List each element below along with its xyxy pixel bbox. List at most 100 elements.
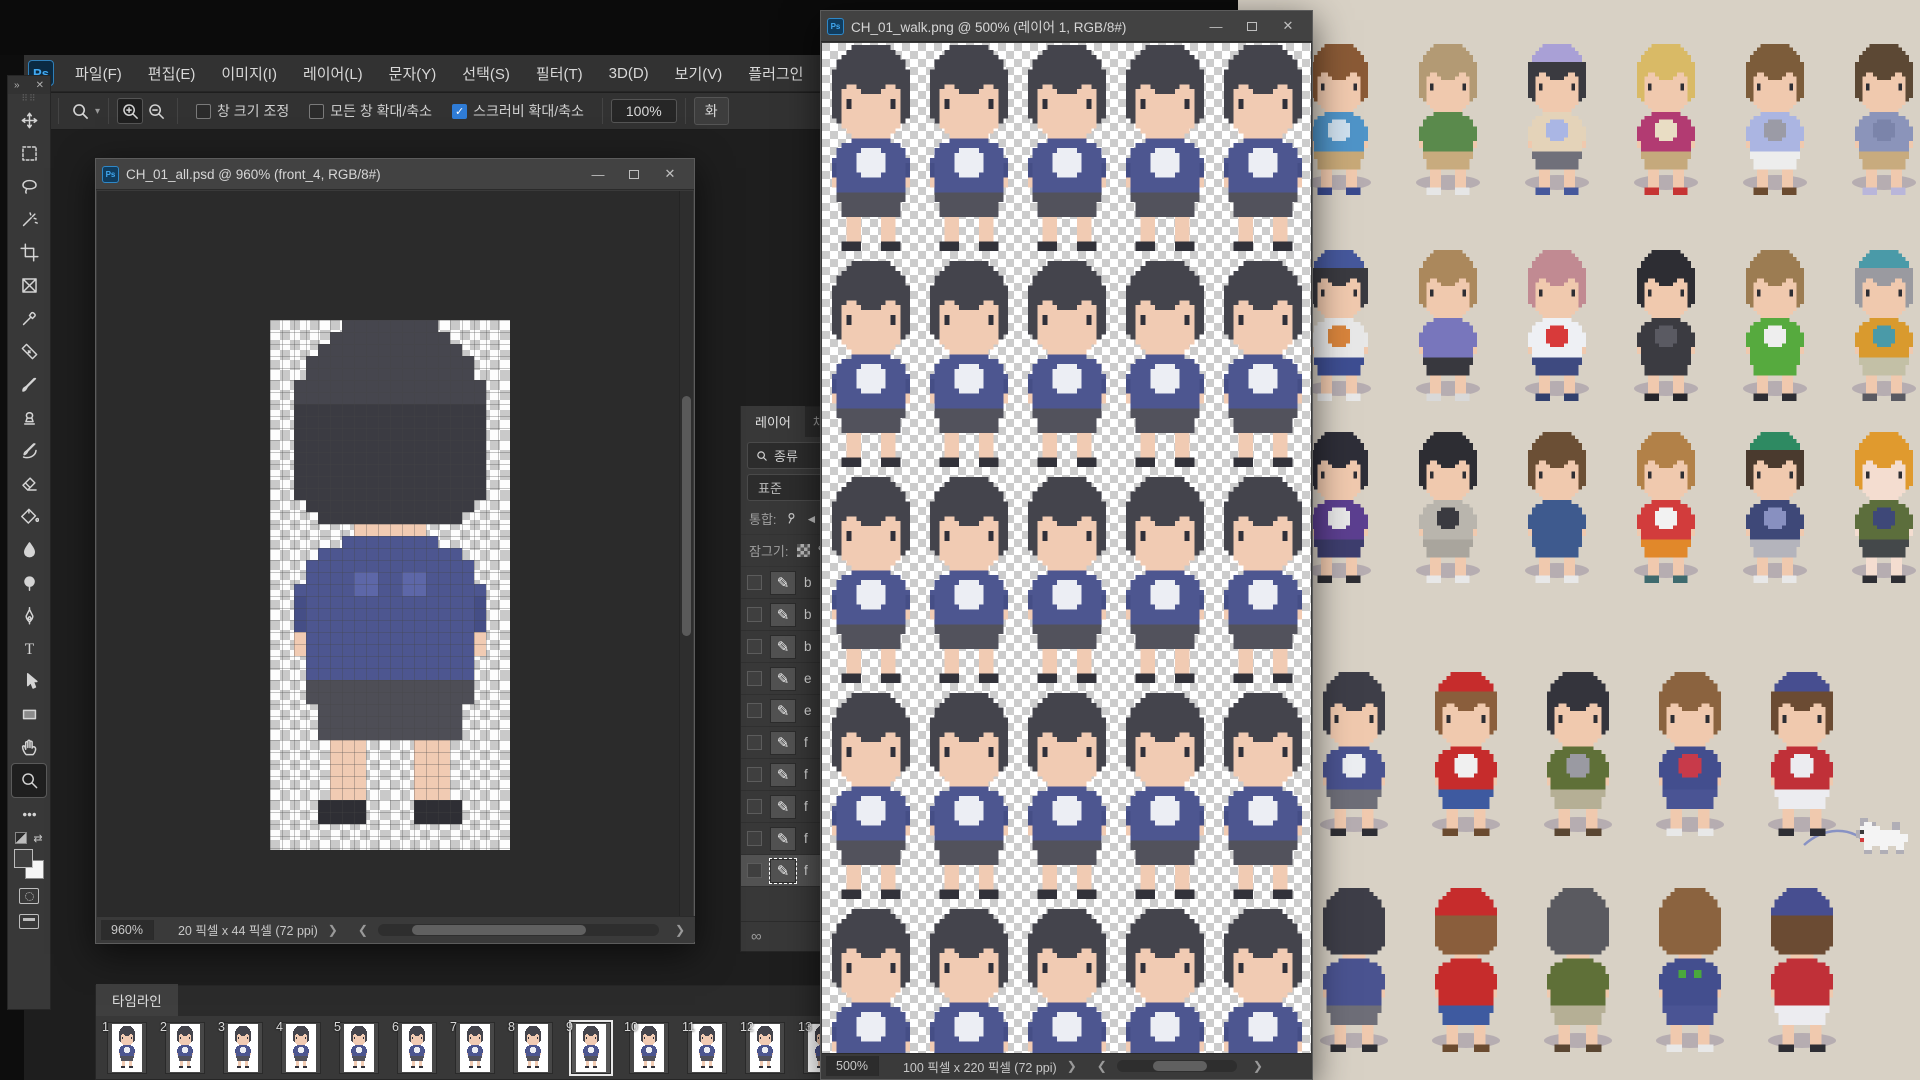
hand-tool[interactable]	[12, 731, 46, 764]
fit-screen-button[interactable]: 화	[693, 97, 729, 125]
lasso-tool[interactable]	[12, 170, 46, 203]
zoom-percent-field[interactable]: 100%	[610, 99, 677, 123]
menu-item-문자Y[interactable]: 문자(Y)	[376, 55, 450, 92]
option-checkbox[interactable]: 창 크기 조정	[196, 101, 289, 121]
foreground-color-swatch[interactable]	[14, 849, 33, 868]
layer-visibility-toggle[interactable]	[747, 767, 762, 782]
layer-visibility-toggle[interactable]	[747, 671, 762, 686]
swap-colors-icon[interactable]: ⇄	[33, 832, 42, 845]
eyedropper-tool[interactable]	[12, 302, 46, 335]
layer-thumbnail-brush-icon[interactable]: ✎	[769, 857, 797, 884]
close-button[interactable]: ✕	[1270, 14, 1306, 38]
horizontal-scrollbar[interactable]	[1116, 1060, 1237, 1072]
timeline-frame-4[interactable]: 4 0.17 ∨	[274, 1020, 329, 1079]
frame-duration[interactable]: 0.17 ∨	[274, 1078, 329, 1079]
layer-thumbnail-brush-icon[interactable]: ✎	[770, 634, 796, 659]
timeline-frame-1[interactable]: 1 0.17 ∨	[100, 1020, 155, 1079]
toolbar-ellipsis[interactable]	[12, 797, 46, 830]
layer-thumbnail-brush-icon[interactable]: ✎	[770, 794, 796, 819]
layer-thumbnail-brush-icon[interactable]: ✎	[770, 762, 796, 787]
healing-brush-tool[interactable]	[12, 335, 46, 368]
panel-grip[interactable]: ⠿⠿	[21, 94, 36, 104]
maximize-button[interactable]	[616, 162, 652, 186]
scroll-left-icon[interactable]: ❮	[358, 923, 368, 937]
layer-visibility-toggle[interactable]	[747, 575, 762, 590]
scroll-right-icon[interactable]: ❯	[1253, 1059, 1263, 1073]
horizontal-scrollbar[interactable]	[377, 923, 659, 936]
close-button[interactable]: ✕	[652, 162, 688, 186]
tab-layers[interactable]: 레이어	[741, 406, 805, 437]
mask-mode-icon[interactable]	[15, 832, 28, 844]
lock-transparency-icon[interactable]	[796, 544, 810, 557]
menu-item-플러그인[interactable]: 플러그인	[735, 55, 816, 92]
checkbox-checked-icon[interactable]: ✓	[452, 103, 468, 119]
frame-thumbnail[interactable]	[339, 1022, 379, 1074]
menu-item-이미지I[interactable]: 이미지(I)	[208, 55, 290, 92]
frame-thumbnail[interactable]	[455, 1022, 495, 1074]
menu-item-선택S[interactable]: 선택(S)	[449, 55, 523, 92]
timeline-frame-3[interactable]: 3 0.17 ∨	[216, 1020, 271, 1079]
frame-tool[interactable]	[12, 269, 46, 302]
walk-canvas[interactable]	[822, 43, 1311, 1062]
document-canvas[interactable]	[97, 191, 681, 917]
close-panel-icon[interactable]: ✕	[36, 80, 44, 91]
vertical-scrollbar[interactable]	[679, 191, 693, 917]
menu-item-3DD[interactable]: 3D(D)	[596, 55, 662, 92]
status-zoom-level[interactable]: 960%	[101, 919, 154, 940]
zoom-in-button[interactable]	[117, 98, 144, 124]
crop-tool[interactable]	[12, 236, 46, 269]
frame-duration[interactable]: 0.17 ∨	[100, 1078, 155, 1079]
pixel-canvas[interactable]	[270, 320, 510, 850]
timeline-frame-8[interactable]: 8 0.17 ∨	[506, 1020, 561, 1079]
frame-duration[interactable]: 0.17 ∨	[216, 1078, 271, 1079]
timeline-frame-5[interactable]: 5 0.17 ∨	[332, 1020, 387, 1079]
layer-visibility-toggle[interactable]	[747, 831, 762, 846]
layer-thumbnail-brush-icon[interactable]: ✎	[770, 602, 796, 627]
frame-thumbnail[interactable]	[165, 1022, 205, 1074]
timeline-frame-7[interactable]: 7 0.17 ∨	[448, 1020, 503, 1079]
timeline-frame-11[interactable]: 11 0.17 ∨	[680, 1020, 735, 1079]
link-layers-icon[interactable]: ∞	[751, 928, 762, 945]
eraser-tool[interactable]	[12, 467, 46, 500]
scroll-right-icon[interactable]: ❯	[675, 923, 685, 937]
frame-duration[interactable]: 0.17 ∨	[622, 1078, 677, 1079]
maximize-button[interactable]	[1234, 14, 1270, 38]
checkbox-unchecked-icon[interactable]	[309, 103, 325, 119]
layer-visibility-toggle[interactable]	[747, 863, 762, 878]
pen-tool[interactable]	[12, 599, 46, 632]
layer-thumbnail-brush-icon[interactable]: ✎	[770, 666, 796, 691]
menu-item-레이어L[interactable]: 레이어(L)	[290, 55, 376, 92]
brush-tool[interactable]	[12, 368, 46, 401]
frame-thumbnail[interactable]	[397, 1022, 437, 1074]
frame-thumbnail[interactable]	[223, 1022, 263, 1074]
menu-item-편집E[interactable]: 편집(E)	[135, 55, 209, 92]
layer-thumbnail-brush-icon[interactable]: ✎	[770, 570, 796, 595]
timeline-frame-12[interactable]: 12 0.17 ∨	[738, 1020, 793, 1079]
type-tool[interactable]: T	[12, 632, 46, 665]
clone-stamp-tool[interactable]	[12, 401, 46, 434]
layer-thumbnail-brush-icon[interactable]: ✎	[770, 698, 796, 723]
menu-item-필터T[interactable]: 필터(T)	[523, 55, 596, 92]
screen-mode-button[interactable]	[19, 914, 39, 929]
frame-duration[interactable]: 0.17 ∨	[390, 1078, 445, 1079]
timeline-frame-10[interactable]: 10 0.17 ∨	[622, 1020, 677, 1079]
checkbox-unchecked-icon[interactable]	[196, 103, 212, 119]
timeline-frame-6[interactable]: 6 0.17 ∨	[390, 1020, 445, 1079]
rectangle-tool[interactable]	[12, 698, 46, 731]
layer-visibility-toggle[interactable]	[747, 703, 762, 718]
dodge-tool[interactable]	[12, 566, 46, 599]
tab-timeline[interactable]: 타임라인	[96, 984, 178, 1016]
move-tool[interactable]	[12, 104, 46, 137]
marquee-tool[interactable]	[12, 137, 46, 170]
zoom-tool-icon[interactable]	[67, 98, 93, 124]
paint-bucket-tool[interactable]	[12, 500, 46, 533]
zoom-out-button[interactable]	[143, 98, 169, 124]
pin-icon[interactable]	[785, 512, 798, 525]
option-checkbox[interactable]: ✓ 스크러비 확대/축소	[452, 101, 584, 121]
frame-duration[interactable]: 0.17 ∨	[158, 1078, 213, 1079]
frame-duration[interactable]: 0.17 ∨	[448, 1078, 503, 1079]
path-selection-tool[interactable]	[12, 665, 46, 698]
frame-duration[interactable]: 0.17 ∨	[506, 1078, 561, 1079]
frame-thumbnail[interactable]	[513, 1022, 553, 1074]
object-selection-tool[interactable]	[12, 203, 46, 236]
